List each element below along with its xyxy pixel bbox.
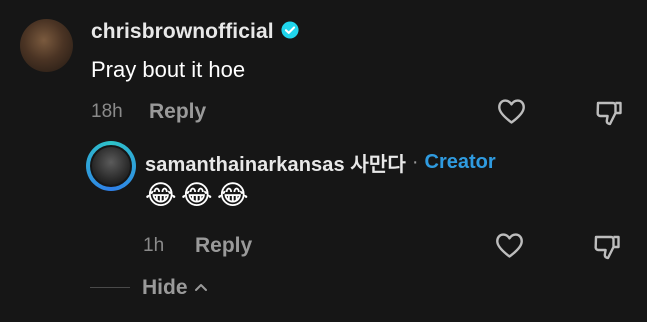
dislike-icon[interactable] xyxy=(592,232,622,262)
heart-icon[interactable] xyxy=(497,98,526,125)
verified-icon xyxy=(281,20,299,44)
dislike-icon[interactable] xyxy=(594,98,624,128)
hide-label: Hide xyxy=(142,276,188,299)
emoji: 😂 xyxy=(145,180,177,210)
chevron-up-icon xyxy=(194,279,208,297)
hide-replies-button[interactable]: Hide xyxy=(142,276,208,300)
comment-username[interactable]: chrisbrownofficial xyxy=(91,20,274,44)
thread-divider xyxy=(90,287,130,288)
avatar[interactable] xyxy=(20,19,73,72)
reply-header: samanthainarkansas 사만다 · Creator xyxy=(145,148,496,177)
emoji: 😂 xyxy=(181,180,213,210)
reply-text: 😂 😂 😂 xyxy=(145,181,253,209)
creator-badge: Creator xyxy=(424,151,496,173)
reply-reply-button[interactable]: Reply xyxy=(195,234,252,258)
separator: · xyxy=(411,151,419,173)
comment-time: 18h xyxy=(91,101,123,122)
comment-header: chrisbrownofficial xyxy=(91,20,299,44)
reply-username[interactable]: samanthainarkansas 사만다 xyxy=(145,148,406,177)
comment-text: Pray bout it hoe xyxy=(91,57,246,82)
emoji: 😂 xyxy=(217,180,249,210)
reply-time: 1h xyxy=(143,235,165,256)
reply-avatar[interactable] xyxy=(90,145,132,187)
reply-button[interactable]: Reply xyxy=(149,100,206,124)
heart-icon[interactable] xyxy=(495,232,524,259)
